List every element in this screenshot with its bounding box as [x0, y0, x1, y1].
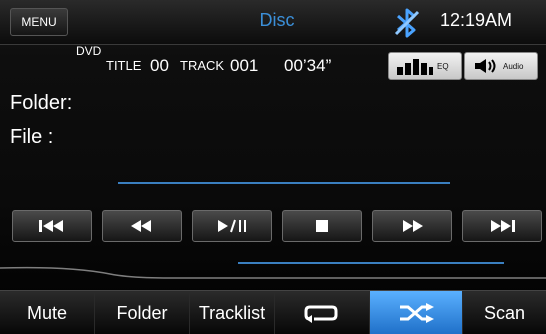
next-track-icon [491, 220, 515, 232]
tab-mute[interactable]: Mute [0, 291, 95, 334]
clock: 12:19AM [440, 10, 513, 30]
rewind-button[interactable] [102, 210, 182, 242]
track-number: 001 [230, 56, 259, 75]
rewind-icon [131, 220, 151, 232]
tab-shuffle[interactable] [370, 291, 463, 334]
menu-button[interactable]: MENU [10, 8, 68, 36]
transport-controls [12, 210, 542, 242]
top-bar: MENU Disc 12:19AM [0, 0, 546, 45]
title-label: TITLE [106, 58, 142, 73]
repeat-icon [304, 305, 338, 323]
bottom-tab-bar: Mute Folder Tracklist Scan [0, 290, 546, 334]
elapsed-time: 00’34” [284, 56, 332, 75]
track-label: TRACK [180, 58, 225, 73]
audio-label: Audio [503, 62, 524, 71]
decorative-curve [0, 266, 546, 279]
progress-bar-upper [118, 182, 450, 184]
tab-tracklist-label: Tracklist [198, 303, 266, 323]
eq-button[interactable]: EQ [388, 52, 462, 80]
file-label: File : [10, 126, 54, 148]
bluetooth-off-icon [394, 8, 420, 38]
folder-label: Folder: [10, 92, 73, 114]
progress-bar-lower [238, 262, 504, 264]
tab-mute-label: Mute [26, 303, 68, 323]
audio-button[interactable]: Audio [464, 52, 538, 80]
prev-track-button[interactable] [12, 210, 92, 242]
fast-forward-icon [403, 220, 423, 232]
tab-folder[interactable]: Folder [95, 291, 190, 334]
eq-icon [397, 59, 433, 75]
disc-player-screen: MENU Disc 12:19AM DVD TITLE 00 TRACK 001… [0, 0, 546, 334]
play-pause-button[interactable] [192, 210, 272, 242]
stop-icon [316, 220, 328, 232]
shuffle-icon [400, 303, 434, 323]
stop-button[interactable] [282, 210, 362, 242]
next-track-button[interactable] [462, 210, 542, 242]
tab-scan-label: Scan [483, 303, 526, 323]
track-info: DVD TITLE 00 TRACK 001 00’34” [70, 44, 390, 84]
play-pause-icon [218, 219, 246, 233]
disc-type: DVD [76, 44, 102, 58]
title-number: 00 [150, 56, 169, 75]
prev-track-icon [39, 220, 63, 232]
tab-repeat[interactable] [275, 291, 370, 334]
speaker-icon [475, 59, 496, 73]
eq-label: EQ [437, 62, 449, 71]
tab-folder-label: Folder [116, 303, 168, 323]
source-title: Disc [259, 10, 295, 30]
fast-forward-button[interactable] [372, 210, 452, 242]
tab-tracklist[interactable]: Tracklist [190, 291, 275, 334]
tab-scan[interactable]: Scan [463, 291, 546, 334]
